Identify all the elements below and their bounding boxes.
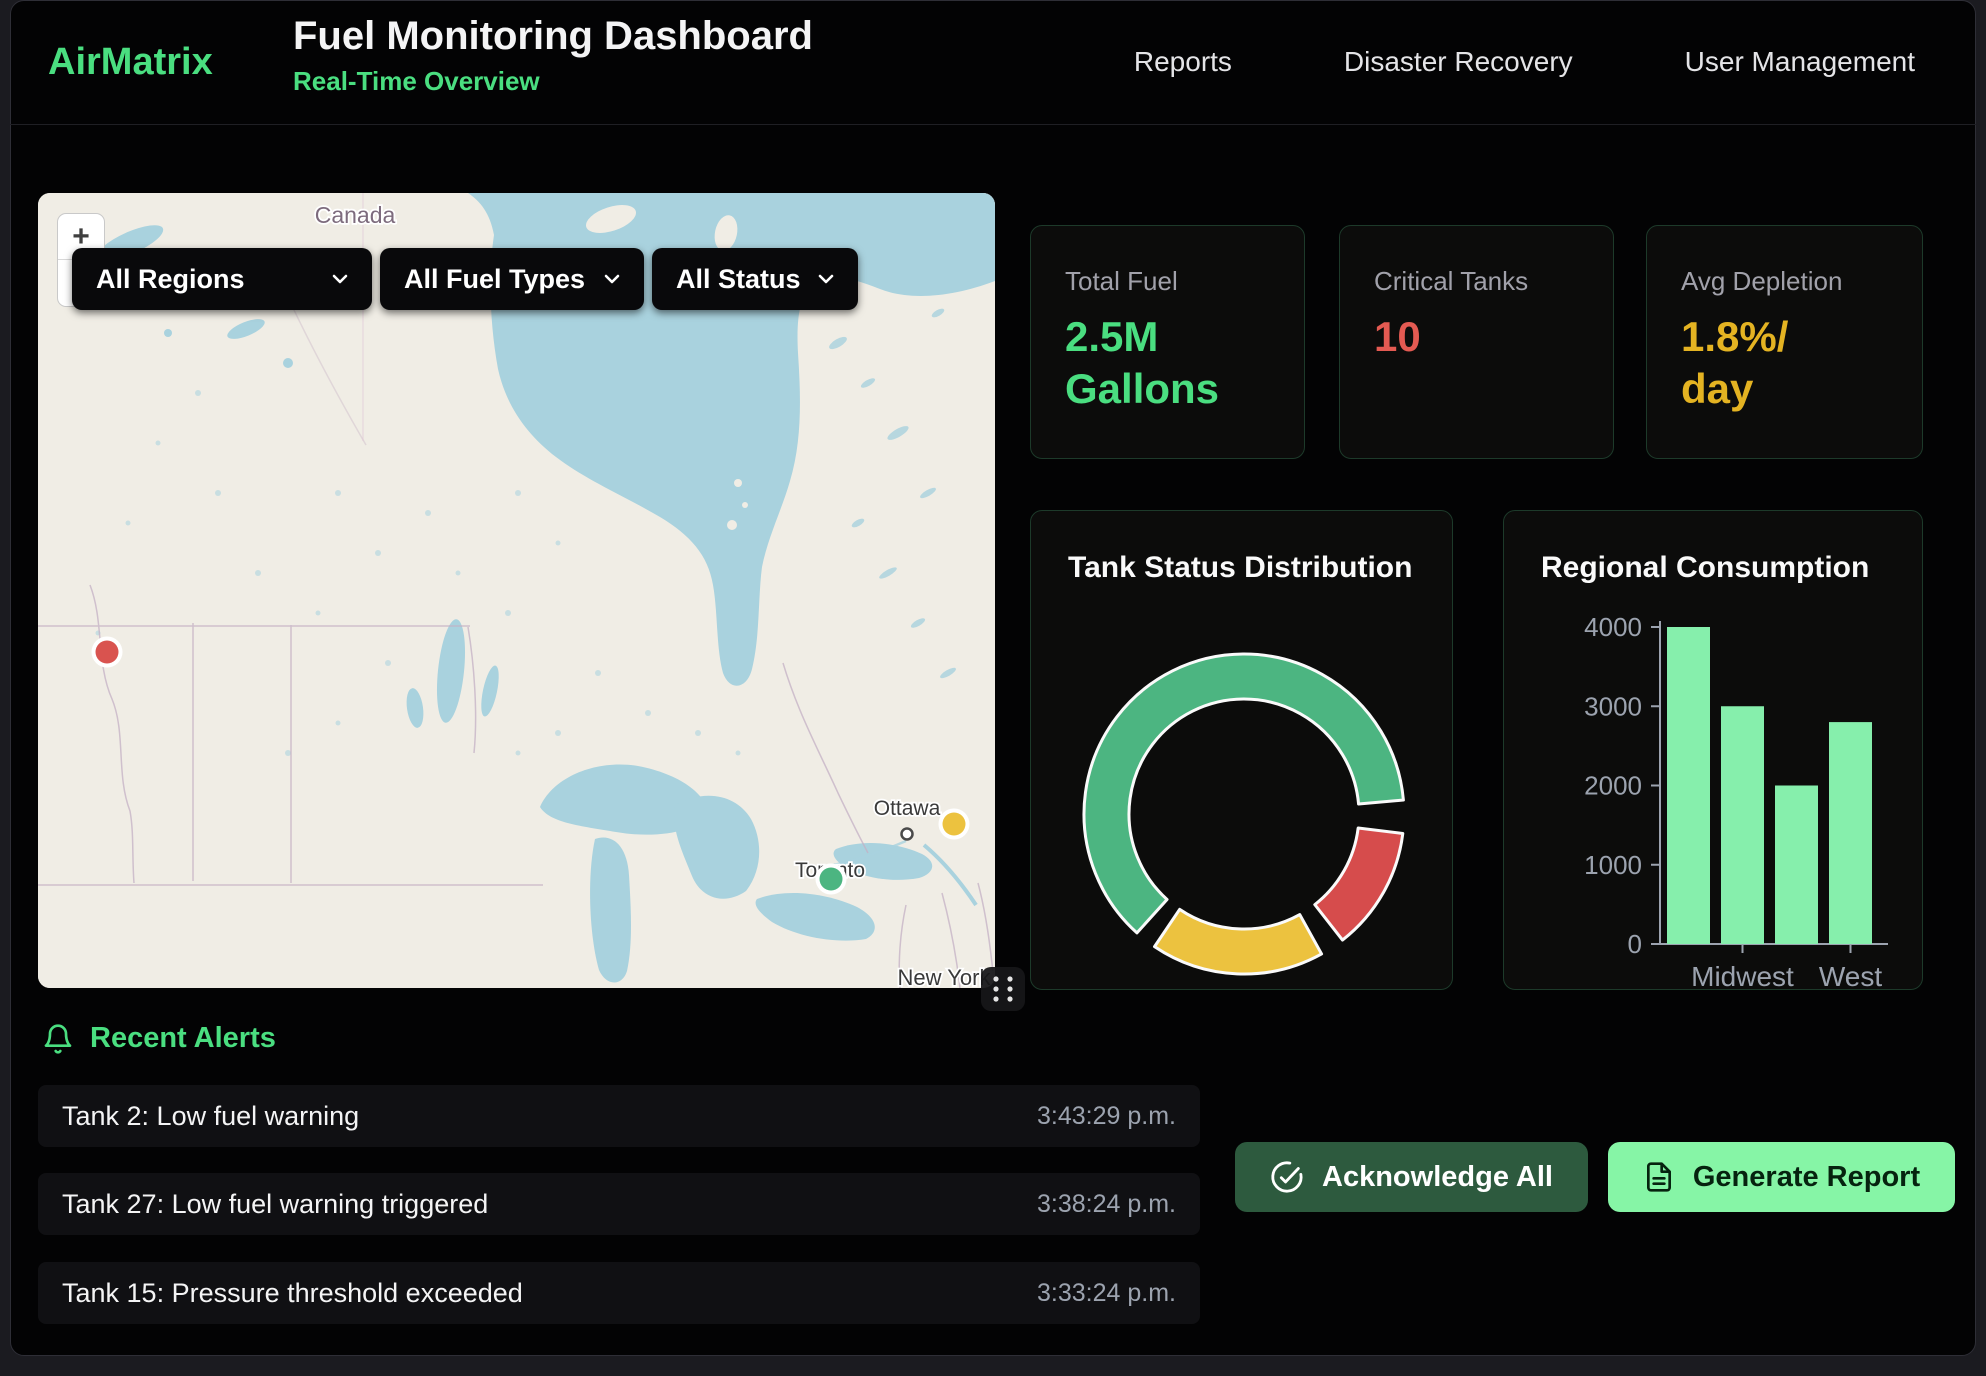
bar-West[interactable]: [1829, 722, 1872, 944]
alert-text: Tank 2: Low fuel warning: [62, 1101, 359, 1132]
stat-card-critical-tanks: Critical Tanks 10: [1339, 225, 1614, 459]
y-tick-label: 0: [1628, 929, 1642, 959]
status-filter-value: All Status: [676, 264, 801, 295]
map-canvas[interactable]: Canada Ottawa Toronto New York: [38, 193, 995, 988]
map-filters: All Regions All Fuel Types All Status: [72, 248, 858, 310]
x-tick-label: West: [1819, 961, 1882, 991]
region-filter-value: All Regions: [96, 264, 245, 295]
fuel-type-filter-dropdown[interactable]: All Fuel Types: [380, 248, 644, 310]
status-filter-dropdown[interactable]: All Status: [652, 248, 858, 310]
generate-report-button[interactable]: Generate Report: [1608, 1142, 1955, 1212]
nav-item-reports[interactable]: Reports: [1134, 46, 1232, 78]
main-nav: Reports Disaster Recovery User Managemen…: [1134, 0, 1915, 124]
drag-handle-icon[interactable]: [981, 967, 1025, 1011]
nav-item-disaster-recovery[interactable]: Disaster Recovery: [1344, 46, 1573, 78]
chevron-down-icon: [814, 267, 838, 291]
regional-consumption-chart: 0 1000 2000 3000 4000 Midwest West: [1504, 511, 1924, 991]
alert-time: 3:43:29 p.m.: [1037, 1102, 1176, 1131]
donut-segment-warning[interactable]: [1155, 909, 1322, 974]
file-text-icon: [1643, 1161, 1675, 1193]
alerts-header: Recent Alerts: [42, 1022, 276, 1055]
y-tick-label: 1000: [1584, 850, 1642, 880]
alert-text: Tank 27: Low fuel warning triggered: [62, 1189, 488, 1220]
regional-consumption-panel: Regional Consumption 01000200030004000Mi…: [1503, 510, 1923, 990]
app-logo: AirMatrix: [48, 0, 213, 124]
map-label-ottawa: Ottawa: [874, 797, 941, 820]
map-label-country: Canada: [315, 202, 396, 228]
stat-label: Total Fuel: [1065, 266, 1270, 297]
tank-status-donut: [1031, 511, 1454, 991]
nav-item-user-management[interactable]: User Management: [1685, 46, 1915, 78]
stat-value: 1.8%/day: [1681, 311, 1888, 415]
alert-row[interactable]: Tank 2: Low fuel warning 3:43:29 p.m.: [38, 1085, 1200, 1147]
y-tick-label: 3000: [1584, 691, 1642, 721]
alert-text: Tank 15: Pressure threshold exceeded: [62, 1278, 523, 1309]
title-block: Fuel Monitoring Dashboard Real-Time Over…: [293, 14, 813, 97]
town-dot-icon: [902, 829, 913, 840]
bar-Midwest[interactable]: [1721, 706, 1764, 944]
stat-value: 2.5MGallons: [1065, 311, 1270, 415]
tank-marker-normal[interactable]: [820, 868, 843, 891]
map-label-new-york: New York: [898, 965, 992, 988]
alerts-title: Recent Alerts: [90, 1022, 276, 1055]
acknowledge-all-label: Acknowledge All: [1322, 1161, 1553, 1194]
y-tick-label: 4000: [1584, 612, 1642, 642]
check-circle-icon: [1270, 1160, 1304, 1194]
alert-time: 3:33:24 p.m.: [1037, 1279, 1176, 1308]
alert-row[interactable]: Tank 15: Pressure threshold exceeded 3:3…: [38, 1262, 1200, 1324]
alert-time: 3:38:24 p.m.: [1037, 1190, 1176, 1219]
page-title: Fuel Monitoring Dashboard: [293, 14, 813, 58]
bar-region-1[interactable]: [1667, 627, 1710, 944]
fuel-type-filter-value: All Fuel Types: [404, 264, 585, 295]
tank-marker-critical[interactable]: [96, 641, 119, 664]
map-panel[interactable]: Canada Ottawa Toronto New York: [38, 193, 995, 988]
x-tick-label: Midwest: [1691, 961, 1794, 991]
stat-label: Critical Tanks: [1374, 266, 1579, 297]
acknowledge-all-button[interactable]: Acknowledge All: [1235, 1142, 1588, 1212]
bell-icon: [42, 1023, 74, 1055]
stat-value: 10: [1374, 311, 1579, 363]
stat-label: Avg Depletion: [1681, 266, 1888, 297]
tank-marker-warning[interactable]: [943, 813, 966, 836]
chevron-down-icon: [600, 267, 624, 291]
bar-region-3[interactable]: [1775, 786, 1818, 945]
generate-report-label: Generate Report: [1693, 1161, 1920, 1194]
alert-row[interactable]: Tank 27: Low fuel warning triggered 3:38…: [38, 1173, 1200, 1235]
page-subtitle: Real-Time Overview: [293, 66, 813, 97]
stat-card-total-fuel: Total Fuel 2.5MGallons: [1030, 225, 1305, 459]
stat-card-avg-depletion: Avg Depletion 1.8%/day: [1646, 225, 1923, 459]
tank-status-panel: Tank Status Distribution: [1030, 510, 1453, 990]
header: AirMatrix Fuel Monitoring Dashboard Real…: [10, 0, 1976, 125]
region-filter-dropdown[interactable]: All Regions: [72, 248, 372, 310]
y-tick-label: 2000: [1584, 771, 1642, 801]
chevron-down-icon: [328, 267, 352, 291]
donut-segment-critical[interactable]: [1315, 828, 1403, 940]
